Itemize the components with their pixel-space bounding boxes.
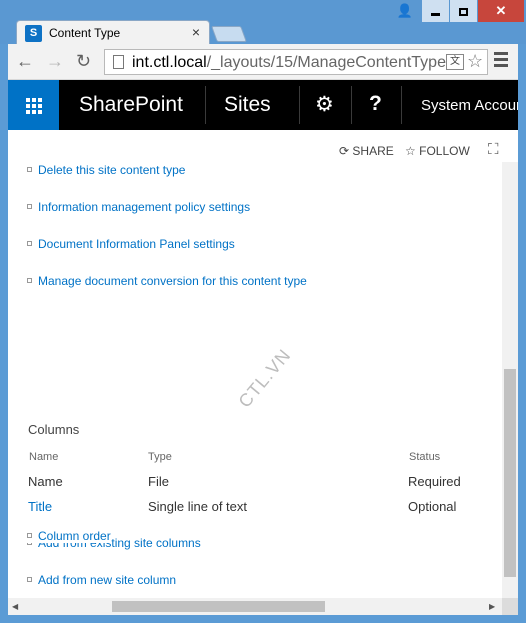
follow-button[interactable]: ☆ FOLLOW [405, 144, 470, 158]
divider [299, 86, 300, 124]
bullet-icon [27, 577, 32, 583]
scroll-left-arrow-icon[interactable]: ◀ [12, 602, 18, 611]
document-information-panel-link[interactable]: Document Information Panel settings [27, 237, 235, 251]
column-name-cell: Name [28, 474, 63, 489]
bullet-icon [27, 167, 32, 173]
horizontal-scroll-thumb[interactable] [112, 601, 325, 612]
minimize-icon [431, 13, 440, 17]
url-host: int.ctl.local [132, 54, 207, 71]
watermark: CTL.VN [234, 344, 295, 412]
share-button[interactable]: ⟳ SHARE [339, 144, 394, 158]
browser-window: S Content Type × 👤 ✕ ← → ↻ int.ctl.local… [0, 0, 526, 623]
vertical-scrollbar[interactable] [502, 162, 518, 598]
column-header-type: Type [148, 451, 172, 463]
help-icon[interactable]: ? [369, 92, 382, 116]
bullet-icon [27, 278, 32, 284]
url-text[interactable]: int.ctl.local/_layouts/15/ManageContentT… [132, 54, 448, 72]
focus-mode-icon[interactable]: ⛶ [488, 141, 499, 158]
column-status-cell: Optional [408, 499, 457, 514]
maximize-icon [459, 7, 468, 16]
scrollbar-corner [502, 598, 518, 615]
account-menu[interactable]: System Account [421, 97, 518, 114]
link-label: Delete this site content type [38, 163, 186, 177]
translate-icon[interactable]: 文 [446, 54, 464, 70]
column-header-status: Status [409, 451, 441, 463]
page-icon [113, 55, 124, 69]
divider [401, 86, 402, 124]
new-tab-button[interactable] [211, 26, 247, 42]
bullet-icon [27, 204, 32, 210]
column-status-cell: Required [408, 474, 461, 489]
link-label: Information management policy settings [38, 200, 251, 214]
vertical-scroll-thumb[interactable] [504, 369, 516, 577]
delete-content-type-link[interactable]: Delete this site content type [27, 163, 185, 177]
column-header-name: Name [29, 451, 59, 463]
information-policy-link[interactable]: Information management policy settings [27, 200, 250, 214]
divider [351, 86, 352, 124]
link-label: Document Information Panel settings [38, 237, 235, 251]
sharepoint-favicon-icon: S [25, 25, 42, 42]
app-launcher-icon[interactable] [8, 80, 59, 130]
link-label: Add from new site column [38, 573, 177, 587]
link-label: Column order [38, 529, 111, 543]
bookmark-star-icon[interactable]: ☆ [467, 51, 483, 72]
suite-bar: SharePoint Sites ⚙ ? System Account [8, 80, 518, 130]
tab-title: Content Type [49, 26, 121, 40]
title-bar: S Content Type × 👤 ✕ [0, 0, 526, 46]
tab-close-icon[interactable]: × [192, 24, 200, 40]
bullet-icon [27, 241, 32, 247]
horizontal-scrollbar[interactable]: ◀ ▶ [8, 598, 502, 615]
column-title-link[interactable]: Title [28, 499, 52, 514]
columns-heading: Columns [28, 422, 80, 437]
follow-star-icon: ☆ [405, 144, 416, 158]
maximize-button[interactable] [450, 0, 477, 22]
divider [205, 86, 206, 124]
sharepoint-brand[interactable]: SharePoint [79, 93, 183, 117]
sites-link[interactable]: Sites [224, 93, 271, 117]
document-conversion-link[interactable]: Manage document conversion for this cont… [27, 274, 307, 288]
user-profile-icon[interactable]: 👤 [393, 0, 417, 22]
share-label: SHARE [352, 144, 394, 158]
add-new-site-column-link[interactable]: Add from new site column [27, 573, 176, 587]
browser-toolbar: ← → ↻ int.ctl.local/_layouts/15/ManageCo… [8, 44, 518, 80]
column-type-cell: Single line of text [148, 499, 248, 514]
back-arrow-icon[interactable]: ← [16, 51, 34, 72]
scroll-right-arrow-icon[interactable]: ▶ [489, 602, 495, 611]
link-label: Manage document conversion for this cont… [38, 274, 307, 288]
settings-gear-icon[interactable]: ⚙ [315, 92, 334, 117]
column-order-link[interactable]: Column order [27, 529, 111, 543]
follow-label: FOLLOW [419, 144, 470, 158]
browser-menu-icon[interactable] [494, 52, 508, 70]
browser-tab[interactable]: S Content Type × [16, 20, 210, 46]
url-path: /_layouts/15/ManageContentType [206, 54, 446, 71]
forward-arrow-icon[interactable]: → [46, 51, 64, 72]
address-bar[interactable]: int.ctl.local/_layouts/15/ManageContentT… [104, 49, 488, 75]
column-type-cell: File [148, 474, 169, 489]
close-window-button[interactable]: ✕ [478, 0, 524, 22]
bullet-icon [27, 533, 32, 539]
minimize-button[interactable] [422, 0, 449, 22]
share-icon: ⟳ [339, 144, 350, 158]
reload-icon[interactable]: ↻ [76, 51, 91, 72]
